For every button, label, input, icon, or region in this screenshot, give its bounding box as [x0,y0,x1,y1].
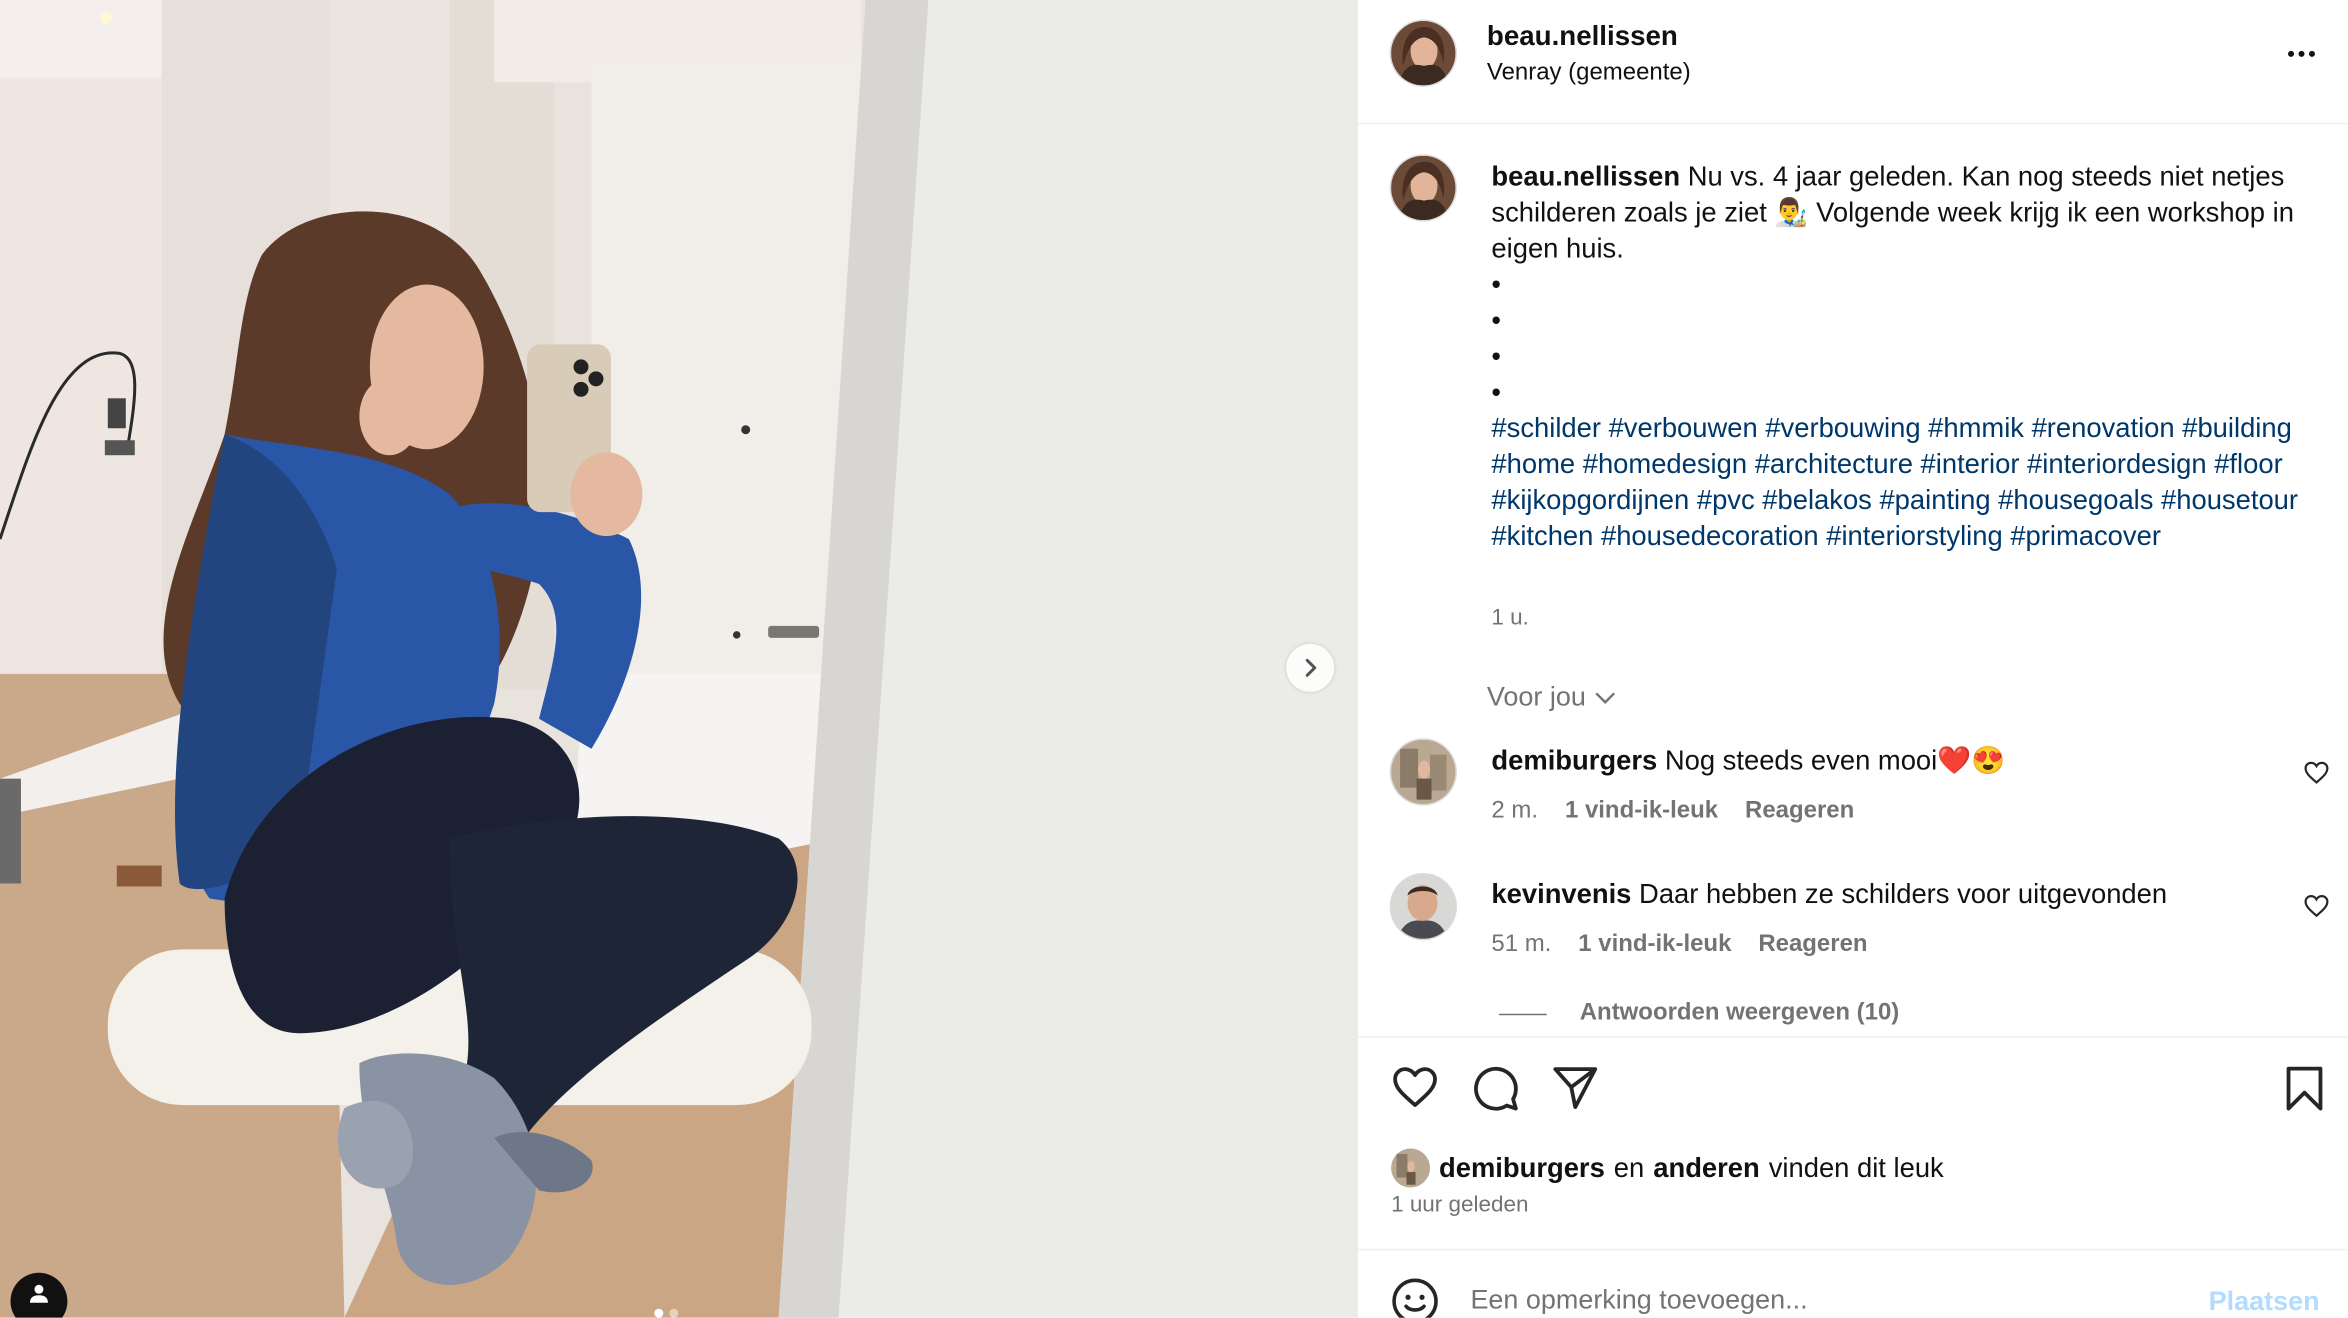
carousel-dot [654,1308,664,1318]
post-photo [0,0,1359,1318]
caption-username[interactable]: beau.nellissen [1491,160,1680,191]
bookmark-icon[interactable] [2284,1065,2326,1113]
post-caption: beau.nellissen Nu vs. 4 jaar geleden. Ka… [1491,159,2300,554]
comment-2: kevinvenis Daar hebben ze schilders voor… [1491,877,2167,910]
post-media[interactable] [0,0,1359,1318]
chevron-right-icon [1305,658,1317,677]
view-replies-label: Antwoorden weergeven (10) [1579,1000,1900,1026]
commenter-avatar[interactable] [1391,874,1456,939]
caption-hashtags[interactable]: #schilder #verbouwen #verbouwing #hmmik … [1491,412,2298,551]
comment-username[interactable]: kevinvenis [1491,877,1631,908]
comment-box-divider [1358,1248,2348,1251]
comments-divider [1358,1036,2348,1038]
more-horizontal-icon [2298,50,2305,57]
comment-1: demiburgers Nog steeds even mooi❤️😍 [1491,744,2005,777]
likes-suffix: vinden dit leuk [1768,1151,1944,1183]
caption-bullet: • [1491,268,1502,300]
caption-bullet: • [1491,375,1502,408]
author-username[interactable]: beau.nellissen [1487,19,1678,52]
reply-button[interactable]: Reageren [1745,798,1854,825]
liker-username[interactable]: demiburgers [1439,1152,1605,1185]
more-horizontal-icon [2288,50,2295,57]
like-icon[interactable] [1391,1065,1439,1110]
next-image-button[interactable] [1286,643,1335,692]
caption-bullet: • [1491,339,1502,372]
comment-timestamp: 2 m. [1491,798,1539,824]
liker-avatar[interactable] [1391,1148,1431,1188]
author-avatar[interactable] [1391,20,1456,86]
post-comment-button[interactable]: Plaatsen [2209,1286,2320,1317]
likes-and: en [1613,1151,1645,1183]
comment-sort-dropdown[interactable]: Voor jou [1487,681,1616,712]
more-options-button[interactable] [2282,39,2321,69]
chevron-down-icon [1595,691,1616,704]
comment-likes[interactable]: 1 vind-ik-leuk [1565,798,1718,825]
comment-timestamp: 51 m. [1491,931,1552,957]
carousel-indicator [654,1308,679,1318]
reply-button[interactable]: Reageren [1758,931,1867,958]
comment-2-meta: 51 m. 1 vind-ik-leuk Reageren [1491,931,1867,958]
post-side-panel: beau.nellissen Venray (gemeente) beau.ne… [1358,0,2348,1318]
comment-icon[interactable] [1472,1065,1520,1113]
comment-body: Daar hebben ze schilders voor uitgevonde… [1639,877,2168,909]
likes-others-link[interactable]: anderen [1653,1152,1760,1185]
header-divider [1358,122,2348,125]
commenter-avatar[interactable] [1391,739,1456,805]
comment-sort-label: Voor jou [1486,681,1586,712]
view-replies-button[interactable]: Antwoorden weergeven (10) [1498,1000,1900,1027]
share-icon[interactable] [1551,1065,1599,1110]
heart-icon[interactable] [2303,761,2330,785]
comment-username[interactable]: demiburgers [1491,744,1657,775]
heart-icon[interactable] [2303,894,2330,918]
replies-divider [1498,1012,1547,1015]
comment-1-meta: 2 m. 1 vind-ik-leuk Reageren [1491,798,1854,825]
post-timestamp: 1 uur geleden [1391,1191,1529,1218]
caption-bullet: • [1491,303,1502,336]
comment-likes[interactable]: 1 vind-ik-leuk [1578,931,1731,958]
comment-body: Nog steeds even mooi❤️😍 [1664,744,2006,776]
caption-avatar[interactable] [1391,155,1456,221]
add-comment-input[interactable] [1470,1284,2160,1317]
emoji-icon[interactable] [1391,1277,1439,1318]
more-horizontal-icon [2308,50,2315,57]
caption-timestamp: 1 u. [1491,604,1529,631]
likes-summary: demiburgers en anderen vinden dit leuk [1391,1148,1944,1188]
post-location[interactable]: Venray (gemeente) [1487,60,1691,87]
user-tag-icon [29,1284,48,1303]
carousel-dot [669,1308,679,1318]
